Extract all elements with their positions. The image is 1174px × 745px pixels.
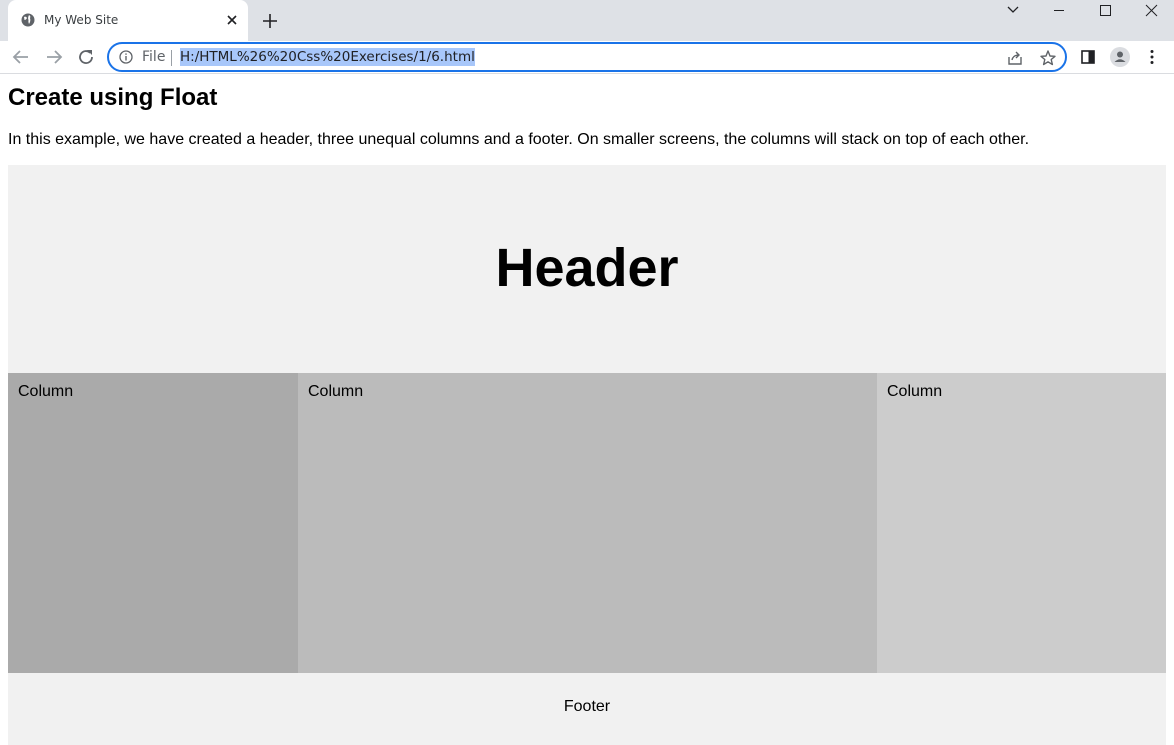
footer-text: Footer [563,698,611,715]
close-tab-icon[interactable] [224,12,240,28]
site-footer: Footer [8,673,1166,745]
more-menu-icon[interactable] [1141,46,1163,68]
browser-toolbar: File H:/HTML%26%20Css%20Exercises/1/6.ht… [0,41,1174,74]
maximize-icon[interactable] [1082,0,1128,22]
new-tab-icon[interactable] [259,10,281,32]
address-divider [171,50,172,66]
tab-search-icon[interactable] [990,0,1036,22]
address-bar[interactable]: File H:/HTML%26%20Css%20Exercises/1/6.ht… [107,42,1067,72]
close-window-icon[interactable] [1128,0,1174,22]
tab-title: My Web Site [44,13,119,27]
reload-icon[interactable] [75,46,97,68]
minimize-icon[interactable] [1036,0,1082,22]
side-panel-icon[interactable] [1077,46,1099,68]
browser-tab[interactable]: My Web Site [8,0,248,41]
site-header: Header [8,165,1166,373]
back-icon[interactable] [10,46,32,68]
scheme-label: File [142,49,166,65]
column-right: Column [877,373,1166,673]
header-heading: Header [495,238,679,298]
column-label: Column [18,383,74,400]
column-left: Column [8,373,298,673]
profile-avatar-icon[interactable] [1109,46,1131,68]
column-label: Column [308,383,364,400]
forward-icon[interactable] [43,46,65,68]
column-label: Column [887,383,943,400]
share-icon[interactable] [1006,49,1024,67]
intro-paragraph: In this example, we have created a heade… [8,131,1030,148]
url-text[interactable]: H:/HTML%26%20Css%20Exercises/1/6.html [180,48,475,66]
tab-strip: My Web Site [0,0,1174,41]
page-title: Create using Float [8,84,218,111]
bookmark-star-icon[interactable] [1039,49,1057,67]
info-icon[interactable] [119,50,133,64]
page-content: Create using Float In this example, we h… [0,75,1174,745]
globe-icon [21,13,35,27]
column-middle: Column [298,373,877,673]
